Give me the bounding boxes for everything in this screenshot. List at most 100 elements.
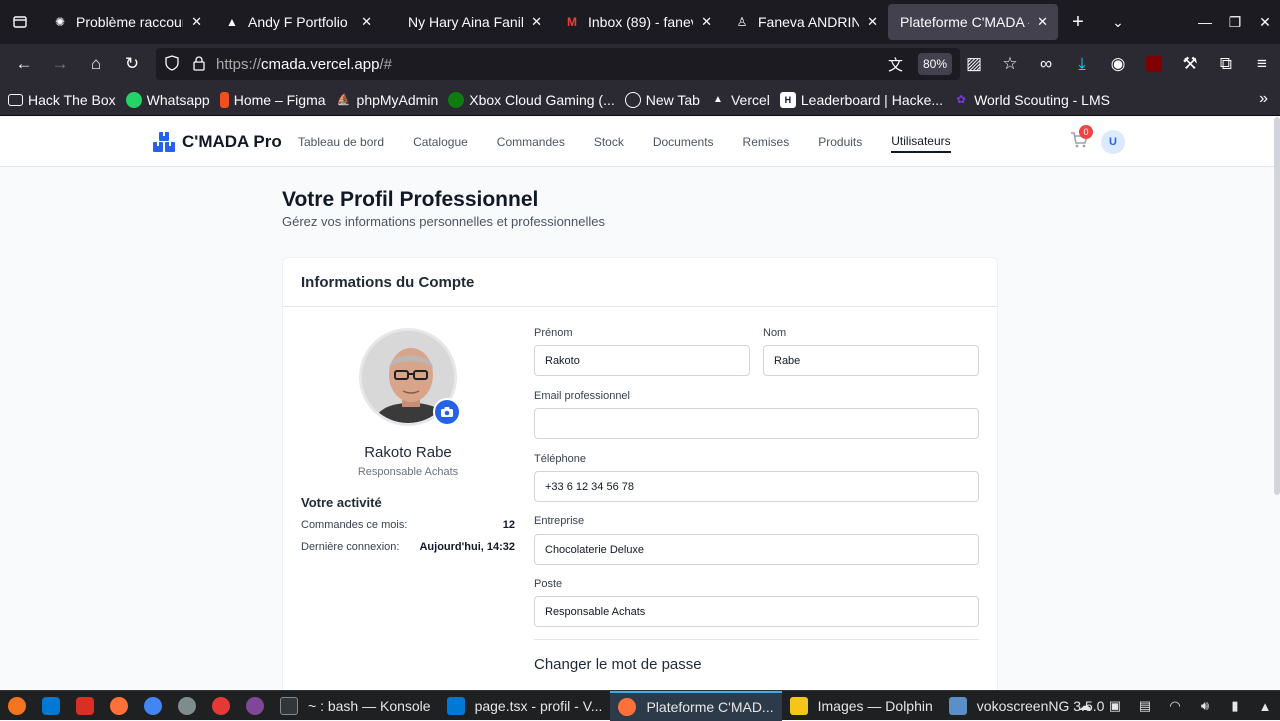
activity-title: Votre activité [301,495,382,510]
browser-tab-3[interactable]: Ny Hary Aina Fanilo ✕ [382,0,552,44]
pdf-icon[interactable] [68,691,102,721]
nav-produits[interactable]: Produits [818,132,862,152]
nav-commandes[interactable]: Commandes [497,132,565,152]
nav-documents[interactable]: Documents [653,132,714,152]
browser-tab-active[interactable]: Plateforme C'MADA - ✕ [888,4,1058,40]
firefox-icon[interactable] [102,691,136,721]
telephone-input[interactable] [534,471,979,502]
email-input[interactable] [534,408,979,439]
nom-input[interactable] [763,345,979,376]
vscode-icon[interactable] [34,691,68,721]
figma-icon [219,91,229,108]
user-avatar[interactable]: U [1101,130,1125,154]
downloads-icon[interactable]: ⤓ [1064,48,1100,80]
reload-icon[interactable]: ↻ [114,48,150,80]
minimize-icon[interactable]: — [1190,14,1220,30]
chevron-double-right-icon[interactable]: » [1259,90,1268,108]
menu-icon[interactable]: ≡ [1244,48,1280,80]
globe-icon [624,91,641,108]
clipboard-icon[interactable]: ▤ [1130,698,1160,714]
task-konsole[interactable]: ~ : bash — Konsole [272,691,439,721]
close-window-icon[interactable]: ✕ [1250,14,1280,31]
poste-label: Poste [534,578,563,590]
battery-icon[interactable]: ▮ [1220,698,1250,714]
hackerrank-icon: H [779,91,796,108]
bookmark-item[interactable]: Whatsapp [125,91,210,108]
tray-expand-icon[interactable]: ▲ [1250,699,1280,714]
activity-row-orders: Commandes ce mois: 12 [301,519,515,531]
email-label: Email professionnel [534,390,630,402]
ublock-icon[interactable] [1136,48,1172,80]
browser-tab-1[interactable]: ✺ Problème raccourc ✕ [40,0,212,44]
url-bar[interactable]: https://cmada.vercel.app/# 文 [156,48,960,80]
cloud-icon[interactable]: ☁ [1070,698,1100,714]
app-launcher-icon[interactable] [0,691,34,721]
account-card: Informations du Compte Rakoto Rabe Respo… [282,257,998,690]
bookmark-item[interactable]: ✿ World Scouting - LMS [953,92,1110,108]
system-tray: ☁ ▣ ▤ ◠ 🔊︎ ▮ ▲ [1070,691,1280,721]
entreprise-label: Entreprise [534,515,585,527]
page-action-icon[interactable]: ▨ [956,48,992,80]
bookmark-item[interactable]: H Leaderboard | Hacke... [779,91,943,108]
url-text: https://cmada.vercel.app/# [216,55,392,73]
extensions-icon[interactable]: ⧉ [1208,48,1244,80]
nav-catalogue[interactable]: Catalogue [413,132,468,152]
record-icon[interactable] [204,691,238,721]
bookmark-item[interactable]: New Tab [624,91,700,108]
new-tab-icon[interactable]: + [1058,11,1098,34]
browser-tab-4[interactable]: M Inbox (89) - faneva ✕ [552,0,722,44]
cart-count-badge: 0 [1079,125,1093,139]
volume-icon[interactable]: 🔊︎ [1190,698,1220,714]
close-tab-icon[interactable]: ✕ [1037,14,1048,30]
nom-label: Nom [763,327,787,339]
shield-icon[interactable] [164,55,180,75]
translate-icon[interactable]: 文 [888,54,903,75]
close-tab-icon[interactable]: ✕ [701,14,712,30]
bookmark-star-icon[interactable]: ☆ [992,48,1028,80]
bookmark-item[interactable]: Home – Figma [219,91,326,108]
entreprise-input[interactable] [534,534,979,565]
task-dolphin[interactable]: Images — Dolphin [782,691,941,721]
close-tab-icon[interactable]: ✕ [531,14,542,30]
nav-stock[interactable]: Stock [594,132,624,152]
chevron-down-icon[interactable]: ⌄ [1098,14,1138,31]
poste-input[interactable] [534,596,979,627]
brand-logo[interactable]: C'MADA Pro [152,131,282,153]
page-scrollbar[interactable] [1274,117,1280,495]
screenshot-icon[interactable]: ▣ [1100,698,1130,714]
bookmark-item[interactable]: Xbox Cloud Gaming (... [448,91,615,108]
zoom-level[interactable]: 80% [918,53,952,75]
nav-utilisateurs[interactable]: Utilisateurs [891,131,951,153]
section-divider [534,639,979,640]
tab-overview-icon[interactable] [0,0,40,44]
bookmark-item[interactable]: Hack The Box [8,92,116,108]
bookmark-item[interactable]: ⛵ phpMyAdmin [336,92,439,108]
task-firefox[interactable]: Plateforme C'MAD... [610,690,782,721]
bookmark-item[interactable]: ▲ Vercel [710,92,770,108]
private-mask-icon[interactable]: ∞ [1028,48,1064,80]
wrench-icon[interactable]: ⚒ [1172,48,1208,80]
nav-tableau-de-bord[interactable]: Tableau de bord [298,132,384,152]
close-tab-icon[interactable]: ✕ [361,14,372,30]
chrome-icon[interactable] [136,691,170,721]
wifi-icon[interactable]: ◠ [1160,698,1190,714]
triangle-icon: ▲ [226,15,238,29]
task-vscode[interactable]: page.tsx - profil - V... [439,691,611,721]
forward-icon[interactable]: → [42,48,78,80]
close-tab-icon[interactable]: ✕ [867,14,878,30]
camera-icon[interactable] [433,398,461,426]
nav-remises[interactable]: Remises [743,132,790,152]
account-icon[interactable]: ◉ [1100,48,1136,80]
tor-icon[interactable] [238,691,272,721]
back-icon[interactable]: ← [6,48,42,80]
profile-icon: ♙ [736,15,748,29]
home-icon[interactable]: ⌂ [78,48,114,80]
prenom-input[interactable] [534,345,750,376]
maximize-icon[interactable]: ❐ [1220,14,1250,31]
browser-tab-2[interactable]: ▲ Andy F Portfolio ✕ [212,0,382,44]
lock-icon[interactable] [192,55,206,75]
settings-icon[interactable] [170,691,204,721]
close-tab-icon[interactable]: ✕ [191,14,202,30]
scouting-icon: ✿ [956,94,966,106]
browser-tab-5[interactable]: ♙ Faneva ANDRINAI ✕ [722,0,888,44]
